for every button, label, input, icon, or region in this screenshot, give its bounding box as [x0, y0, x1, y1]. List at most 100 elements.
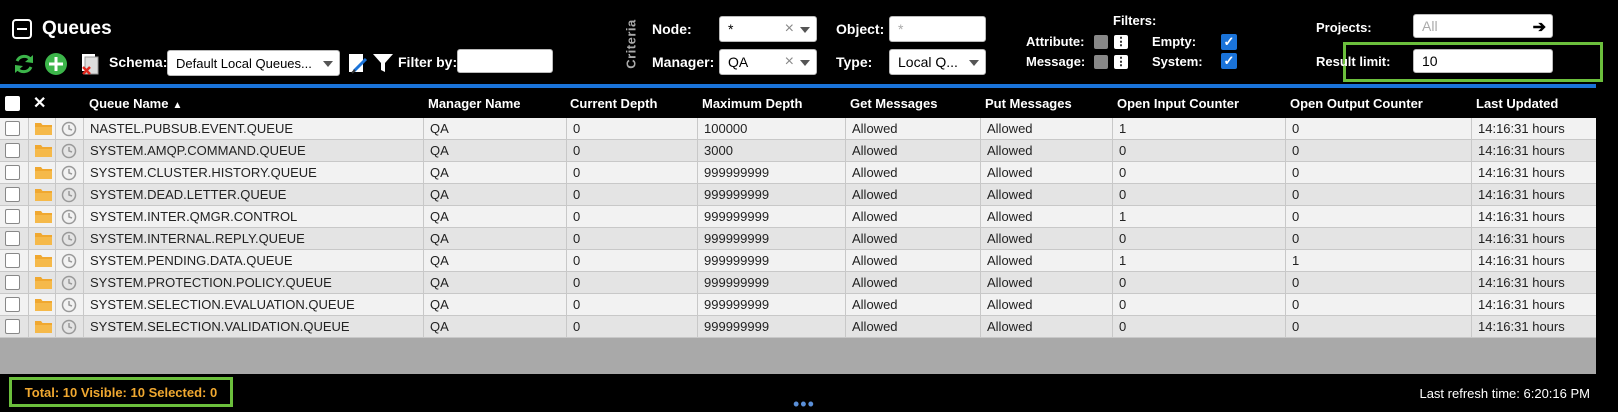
clock-icon[interactable] [61, 187, 77, 203]
table-row[interactable]: SYSTEM.AMQP.COMMAND.QUEUE QA 0 3000 Allowed A… [0, 140, 1596, 162]
column-header-put-messages[interactable]: Put Messages [985, 90, 1072, 118]
clock-icon[interactable] [61, 319, 77, 335]
table-row[interactable]: SYSTEM.INTER.QMGR.CONTROL QA 0 999999999 All… [0, 206, 1596, 228]
row-checkbox[interactable] [5, 121, 20, 136]
clock-icon[interactable] [61, 209, 77, 225]
open-output-counter-cell: 0 [1285, 316, 1471, 338]
row-checkbox[interactable] [5, 253, 20, 268]
table-row[interactable]: SYSTEM.PROTECTION.POLICY.QUEUE QA 0 9999999… [0, 272, 1596, 294]
filter-funnel-icon[interactable] [371, 51, 395, 75]
close-x-icon[interactable]: ✕ [33, 90, 46, 118]
collapse-square-icon[interactable] [12, 19, 32, 39]
table-row[interactable]: SYSTEM.SELECTION.VALIDATION.QUEUE QA 0 9999… [0, 316, 1596, 338]
queue-name-cell: SYSTEM.INTERNAL.REPLY.QUEUE [83, 228, 423, 250]
node-dropdown[interactable]: * × [719, 16, 817, 42]
filter-by-input[interactable] [457, 49, 553, 73]
title-area: Queues [12, 18, 112, 40]
folder-icon[interactable] [35, 144, 52, 157]
resize-handle-icon[interactable]: ••• [793, 394, 815, 412]
maximum-depth-cell: 999999999 [697, 272, 845, 294]
projects-dropdown[interactable]: All ➔ [1413, 14, 1553, 38]
edit-schema-icon[interactable] [346, 51, 370, 75]
column-header-current-depth[interactable]: Current Depth [570, 90, 657, 118]
maximum-depth-cell: 999999999 [697, 316, 845, 338]
maximum-depth-cell: 999999999 [697, 162, 845, 184]
column-header-open-output-counter[interactable]: Open Output Counter [1290, 90, 1423, 118]
empty-checkbox[interactable]: ✓ [1221, 34, 1237, 50]
folder-icon[interactable] [35, 276, 52, 289]
select-all-checkbox[interactable] [5, 96, 20, 111]
clock-icon[interactable] [61, 231, 77, 247]
row-checkbox[interactable] [5, 275, 20, 290]
column-header-queue-name[interactable]: Queue Name ▲ [89, 90, 182, 118]
clock-icon[interactable] [61, 253, 77, 269]
table-row[interactable]: SYSTEM.PENDING.DATA.QUEUE QA 0 999999999 All… [0, 250, 1596, 272]
table-row[interactable]: SYSTEM.INTERNAL.REPLY.QUEUE QA 0 999999999 A… [0, 228, 1596, 250]
row-checkbox[interactable] [5, 165, 20, 180]
folder-icon[interactable] [35, 320, 52, 333]
row-checkbox[interactable] [5, 209, 20, 224]
open-input-counter-cell: 0 [1112, 228, 1285, 250]
open-output-counter-cell: 0 [1285, 294, 1471, 316]
queue-name-cell: SYSTEM.DEAD.LETTER.QUEUE [83, 184, 423, 206]
put-messages-cell: Allowed [980, 294, 1112, 316]
attribute-more-icon[interactable]: ⋮ [1114, 35, 1128, 49]
row-checkbox[interactable] [5, 231, 20, 246]
clock-icon[interactable] [61, 121, 77, 137]
get-messages-cell: Allowed [845, 118, 980, 140]
last-updated-cell: 14:16:31 hours [1471, 118, 1596, 140]
last-updated-cell: 14:16:31 hours [1471, 294, 1596, 316]
grid-header: ✕ Queue Name ▲ Manager Name Current Depth… [0, 90, 1596, 118]
schema-dropdown[interactable]: Default Local Queues... [167, 50, 340, 76]
system-checkbox[interactable]: ✓ [1221, 53, 1237, 69]
clock-icon[interactable] [61, 275, 77, 291]
node-label: Node: [652, 21, 692, 37]
row-checkbox[interactable] [5, 297, 20, 312]
cell-divider [55, 250, 56, 272]
result-limit-input[interactable]: 10 [1413, 49, 1553, 73]
clear-x-icon[interactable]: × [785, 53, 794, 71]
current-depth-cell: 0 [566, 272, 697, 294]
clock-icon[interactable] [61, 143, 77, 159]
table-row[interactable]: SYSTEM.DEAD.LETTER.QUEUE QA 0 999999999 Allo… [0, 184, 1596, 206]
add-circle-icon[interactable] [44, 52, 68, 76]
column-header-manager-name[interactable]: Manager Name [428, 90, 520, 118]
row-checkbox[interactable] [5, 319, 20, 334]
filter-by-label: Filter by: [398, 54, 458, 70]
arrow-right-icon[interactable]: ➔ [1533, 17, 1546, 37]
refresh-icon[interactable] [12, 52, 36, 76]
manager-dropdown[interactable]: QA × [719, 49, 817, 75]
column-header-open-input-counter[interactable]: Open Input Counter [1117, 90, 1239, 118]
table-row[interactable]: SYSTEM.SELECTION.EVALUATION.QUEUE QA 0 9999… [0, 294, 1596, 316]
delete-document-icon[interactable] [78, 52, 102, 76]
put-messages-cell: Allowed [980, 118, 1112, 140]
folder-icon[interactable] [35, 166, 52, 179]
table-row[interactable]: SYSTEM.CLUSTER.HISTORY.QUEUE QA 0 999999999… [0, 162, 1596, 184]
get-messages-cell: Allowed [845, 228, 980, 250]
clock-icon[interactable] [61, 165, 77, 181]
type-dropdown[interactable]: Local Q... [889, 49, 986, 75]
column-header-last-updated[interactable]: Last Updated [1476, 90, 1558, 118]
column-header-get-messages[interactable]: Get Messages [850, 90, 937, 118]
message-toggle[interactable] [1094, 55, 1108, 69]
attribute-toggle[interactable] [1094, 35, 1108, 49]
clock-icon[interactable] [61, 297, 77, 313]
folder-icon[interactable] [35, 210, 52, 223]
queue-name-cell: SYSTEM.SELECTION.VALIDATION.QUEUE [83, 316, 423, 338]
get-messages-cell: Allowed [845, 272, 980, 294]
folder-icon[interactable] [35, 188, 52, 201]
folder-icon[interactable] [35, 298, 52, 311]
object-input[interactable]: * [889, 16, 986, 42]
folder-icon[interactable] [35, 232, 52, 245]
clear-x-icon[interactable]: × [785, 20, 794, 38]
message-more-icon[interactable]: ⋮ [1114, 55, 1128, 69]
row-checkbox[interactable] [5, 143, 20, 158]
column-header-maximum-depth[interactable]: Maximum Depth [702, 90, 802, 118]
folder-icon[interactable] [35, 254, 52, 267]
cell-divider [28, 294, 29, 316]
row-checkbox[interactable] [5, 187, 20, 202]
queue-name-cell: NASTEL.PUBSUB.EVENT.QUEUE [83, 118, 423, 140]
table-row[interactable]: NASTEL.PUBSUB.EVENT.QUEUE QA 0 100000 Allowe… [0, 118, 1596, 140]
folder-icon[interactable] [35, 122, 52, 135]
manager-name-cell: QA [423, 206, 566, 228]
